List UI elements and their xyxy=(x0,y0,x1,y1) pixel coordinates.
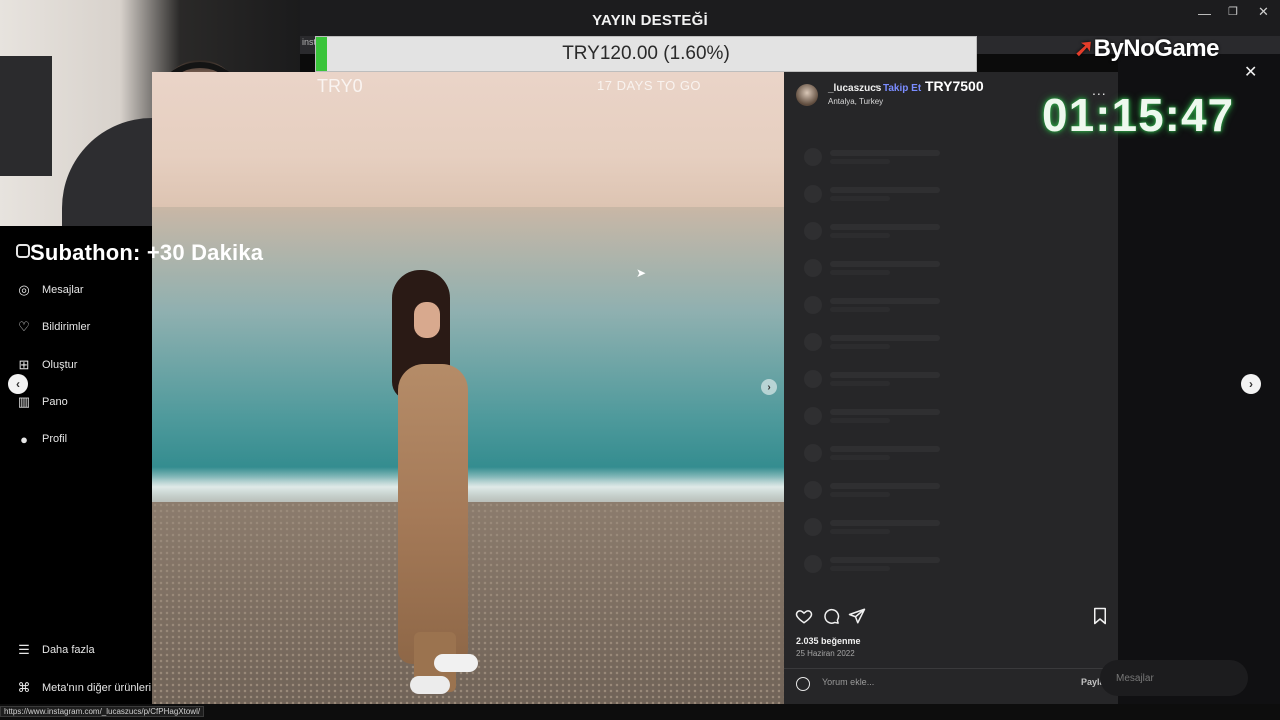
sidebar-item-label: Mesajlar xyxy=(42,284,84,296)
comment-placeholder-row xyxy=(804,185,944,203)
post-panel: _lucaszucs • Takip Et Antalya, Turkey ..… xyxy=(784,72,1118,704)
bynogame-logo-text: ByNoGame xyxy=(1093,35,1220,62)
photo-next-arrow-icon[interactable]: › xyxy=(761,379,777,395)
sidebar-item-label: Profil xyxy=(42,433,68,445)
messages-pill-label: Mesajlar xyxy=(1116,673,1154,684)
subathon-label: Subathon: +30 Dakika xyxy=(30,240,264,265)
sidebar-item-label: Meta'nın diğer ürünleri xyxy=(42,682,152,694)
comment-placeholder-row xyxy=(804,518,944,536)
comment-icon[interactable] xyxy=(822,607,840,625)
status-url: https://www.instagram.com/_lucaszucs/p/C… xyxy=(0,706,205,717)
photo-subject-face xyxy=(414,302,440,338)
comment-placeholder-row xyxy=(804,296,944,314)
sidebar-item-messages[interactable]: ◎ Mesajlar xyxy=(16,282,84,298)
window-restore-button[interactable]: ❐ xyxy=(1228,5,1238,18)
meta-icon: ⌘ xyxy=(17,680,31,695)
mouse-cursor-icon: ➤ xyxy=(636,266,647,280)
comment-placeholder-row xyxy=(804,222,944,240)
photo-foam xyxy=(152,467,784,507)
subathon-timer: 01:15:47 xyxy=(1042,89,1235,141)
close-icon[interactable]: ✕ xyxy=(1244,62,1257,82)
next-post-arrow-icon[interactable]: › xyxy=(1241,374,1261,394)
instagram-sidebar: ◎ Mesajlar ♡ Bildirimler ⊞ Oluştur ▥ Pan… xyxy=(0,226,152,720)
like-heart-icon[interactable] xyxy=(795,607,813,625)
messenger-icon: ◎ xyxy=(18,282,30,297)
reels-icon[interactable] xyxy=(16,244,30,258)
comment-placeholder-row xyxy=(804,148,944,166)
photo-sky xyxy=(152,72,784,212)
sidebar-item-create[interactable]: ⊞ Oluştur xyxy=(16,357,78,373)
sidebar-item-more[interactable]: ☰ Daha fazla xyxy=(16,642,95,658)
post-photo[interactable]: › xyxy=(152,72,784,704)
comment-placeholder-row xyxy=(804,370,944,388)
sidebar-item-meta[interactable]: ⌘ Meta'nın diğer ürünleri xyxy=(16,680,152,696)
comment-placeholder-row xyxy=(804,481,944,499)
username-separator: • xyxy=(875,82,879,93)
comment-placeholder-row xyxy=(804,259,944,277)
profile-icon: ● xyxy=(20,431,28,447)
comment-placeholder-row xyxy=(804,444,944,462)
emoji-icon[interactable] xyxy=(796,677,810,691)
browser-tab-label[interactable]: inst xyxy=(302,37,316,47)
heart-icon: ♡ xyxy=(18,319,30,334)
photo-subject-body xyxy=(398,364,468,664)
comment-placeholder-row xyxy=(804,407,944,425)
menu-icon: ☰ xyxy=(18,642,30,657)
bookmark-icon[interactable] xyxy=(1092,607,1108,625)
comment-input[interactable]: Yorum ekle... xyxy=(822,677,874,687)
bynogame-logo: ➚ByNoGame xyxy=(1074,34,1219,63)
plus-square-icon: ⊞ xyxy=(18,357,30,372)
photo-beach xyxy=(152,502,784,704)
donation-goal-current: TRY0 xyxy=(317,76,363,96)
bynogame-mark-icon: ➚ xyxy=(1074,35,1094,62)
sidebar-item-dashboard[interactable]: ▥ Pano xyxy=(16,394,68,410)
sidebar-item-label: Bildirimler xyxy=(42,321,91,333)
photo-subject-shoe xyxy=(410,676,450,694)
previous-post-arrow-icon[interactable]: ‹ xyxy=(8,374,28,394)
photo-subject-shoe xyxy=(434,654,478,672)
sidebar-item-label: Pano xyxy=(42,396,68,408)
donation-goal-label: TRY120.00 (1.60%) xyxy=(562,43,730,64)
sidebar-item-notifications[interactable]: ♡ Bildirimler xyxy=(16,319,90,335)
sidebar-item-label: Daha fazla xyxy=(42,644,95,656)
avatar[interactable] xyxy=(796,84,818,106)
sidebar-item-profile[interactable]: ● Profil xyxy=(16,431,67,447)
sidebar-item-label: Oluştur xyxy=(42,359,78,371)
donation-alert-amount: TRY7500 xyxy=(925,78,984,94)
post-date: 25 Haziran 2022 xyxy=(796,649,855,658)
window-close-button[interactable]: ✕ xyxy=(1258,4,1269,20)
donation-goal-days: 17 DAYS TO GO xyxy=(597,78,702,93)
share-icon[interactable] xyxy=(848,607,866,625)
post-username[interactable]: _lucaszucs xyxy=(828,83,881,94)
webcam-shelf xyxy=(0,56,52,176)
post-location[interactable]: Antalya, Turkey xyxy=(828,97,883,106)
donation-goal-bar: TRY120.00 (1.60%) xyxy=(315,36,977,72)
comment-placeholder-row xyxy=(804,555,944,573)
comment-placeholder-row xyxy=(804,333,944,351)
divider xyxy=(784,668,1118,669)
stream-title-wrap: YAYIN DESTEĞİ xyxy=(500,0,800,36)
window-minimize-button[interactable]: — xyxy=(1198,6,1211,21)
likes-count[interactable]: 2.035 beğenme xyxy=(796,636,861,646)
dashboard-icon: ▥ xyxy=(17,394,31,409)
stream-title: YAYIN DESTEĞİ xyxy=(592,12,708,29)
follow-button[interactable]: Takip Et xyxy=(883,83,921,94)
